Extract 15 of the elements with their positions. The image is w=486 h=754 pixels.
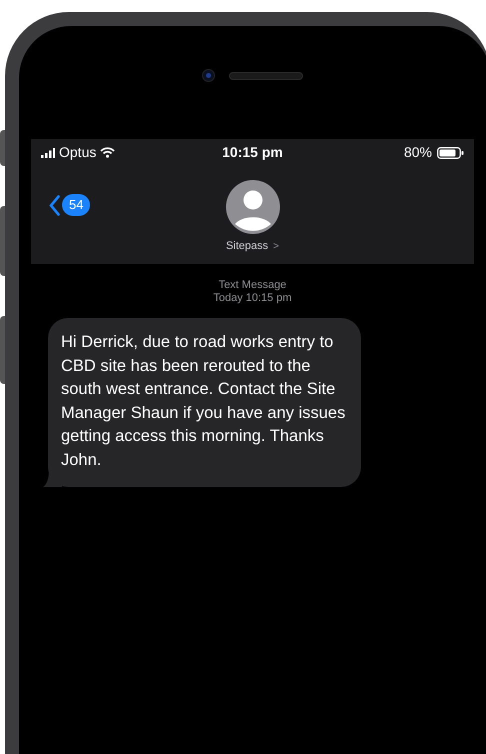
contact-name[interactable]: Sitepass: [226, 238, 268, 254]
contact-avatar-icon[interactable]: [226, 180, 280, 234]
message-bubble: Hi Derrick, due to road works entry to CBD site has been rerouted to the south west entrance. Contact the Site Manager Shaun if you have any issues getting access this morning. Thanks John.: [48, 318, 361, 487]
back-chevron-icon[interactable]: [49, 194, 60, 216]
battery-icon: [436, 146, 464, 158]
signal-icon: [41, 148, 55, 158]
chevron-glyph: >: [273, 240, 280, 254]
battery-percent: 80%: [404, 143, 432, 162]
message-timestamp: Today 10:15 pm: [213, 292, 292, 305]
camera-icon: [202, 69, 215, 82]
unread-count-badge[interactable]: 54: [62, 194, 90, 216]
status-time: 10:15 pm: [222, 143, 283, 162]
message-type-label: Text Message: [218, 279, 286, 292]
wifi-icon: [100, 147, 116, 158]
carrier-name: Optus: [59, 143, 96, 162]
